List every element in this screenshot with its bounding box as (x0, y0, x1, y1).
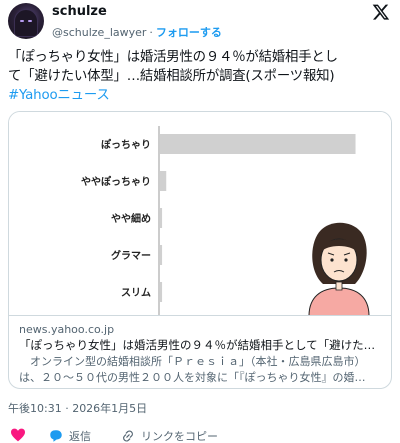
card-domain: news.yahoo.co.jp (19, 323, 115, 336)
bar (160, 171, 167, 191)
card-description-line-1: オンライン型の結婚相談所「Ｐｒｅｓｉａ」（本社・広島県広島市） (19, 355, 366, 368)
display-name[interactable]: schulze (52, 4, 107, 19)
avatar[interactable] (8, 3, 44, 39)
category-label: ややぽっちゃり (81, 175, 151, 188)
x-logo-icon[interactable] (372, 3, 390, 21)
card-meta: news.yahoo.co.jp 「ぽっちゃり女性」は婚活男性の９４％が結婚相手… (19, 322, 381, 386)
heart-icon (11, 428, 25, 442)
reply-button[interactable]: 返信 (48, 428, 91, 443)
tweet-text-line-1: 「ぽっちゃり女性」は婚活男性の９４％が結婚相手とし (8, 50, 338, 65)
separator-dot: · (149, 26, 153, 39)
category-label: ぽっちゃり (101, 138, 151, 151)
tweet-text: 「ぽっちゃり女性」は婚活男性の９４％が結婚相手とし て「避けたい体型」…結婚相談… (8, 48, 394, 105)
category-label: やや細め (111, 212, 151, 225)
tweet-text-line-2: て「避けたい体型」…結婚相談所が調査(スポーツ報知) (8, 69, 335, 84)
link-icon (123, 430, 133, 442)
illustration-woman-icon (308, 222, 370, 315)
tweet-timestamp[interactable]: 午後10:31 · 2026年1月5日 (8, 400, 147, 416)
chart-marks: ぽっちゃりややぽっちゃりやや細めグラマースリム (81, 126, 356, 315)
reply-label: 返信 (69, 430, 91, 443)
reply-icon (50, 430, 62, 442)
bar (160, 134, 356, 154)
copy-link-button[interactable]: リンクをコピー (120, 428, 218, 443)
follow-button[interactable]: フォローする (156, 26, 222, 39)
category-label: スリム (121, 287, 151, 299)
avatar-eye-right (28, 20, 32, 22)
handle-line: @schulze_lawyer · フォローする (52, 24, 222, 40)
bar (160, 208, 163, 228)
card-description-line-2: は、２０～５０代の男性２００人を対象に「『ぽっちゃり女性』の婚… (19, 371, 366, 384)
category-label: グラマー (111, 249, 151, 262)
avatar-eye-left (20, 20, 24, 22)
avatar-hood (14, 9, 38, 37)
link-card[interactable]: ぽっちゃりややぽっちゃりやや細めグラマースリム news.yahoo.co.jp… (8, 111, 392, 389)
user-handle[interactable]: @schulze_lawyer (52, 26, 146, 39)
bar (160, 245, 163, 265)
like-button[interactable] (10, 428, 26, 442)
card-title[interactable]: 「ぽっちゃり女性」は婚活男性の９４％が結婚相手として「避けたい… (19, 337, 381, 354)
tweet-header: schulze @schulze_lawyer · フォローする (8, 3, 392, 41)
bar (160, 282, 163, 302)
action-bar: 返信 リンクをコピー (8, 428, 388, 443)
hashtag-link[interactable]: #Yahooニュース (8, 86, 394, 105)
copy-link-label: リンクをコピー (141, 430, 218, 443)
card-image[interactable]: ぽっちゃりややぽっちゃりやや細めグラマースリム (9, 112, 391, 316)
bar-chart: ぽっちゃりややぽっちゃりやや細めグラマースリム (81, 126, 370, 315)
